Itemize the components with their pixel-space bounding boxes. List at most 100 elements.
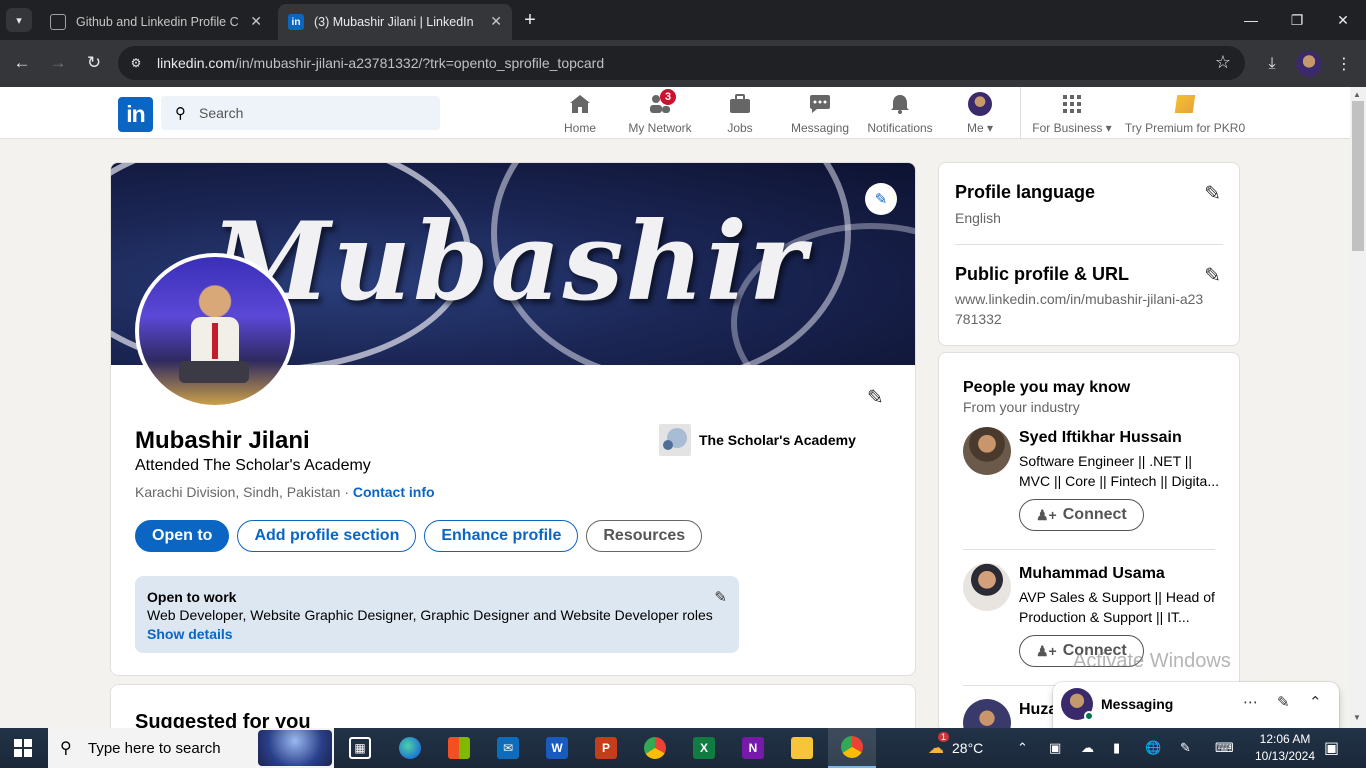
nav-label: My Network [628,121,692,135]
network-icon: 3 [648,89,676,116]
search-box[interactable]: ⚲ [161,96,440,130]
nav-home[interactable]: Home [540,92,620,138]
page-favicon-icon [50,14,66,30]
keyboard-icon[interactable]: ⌨ [1215,728,1234,768]
edit-cover-button[interactable]: ✎ [865,183,897,215]
back-arrow-icon[interactable]: ← [10,51,34,75]
weather-widget[interactable]: ☁ 1 28°C [928,728,983,768]
chevron-up-icon: ⌃ [1017,740,1028,755]
linkedin-header: in ⚲ Home 3 My Network Jobs Messaging No… [0,87,1350,139]
more-options-icon[interactable]: ⋯ [1243,693,1258,711]
resources-button[interactable]: Resources [586,520,703,552]
bookmark-star-icon[interactable]: ☆ [1215,52,1231,73]
school-link[interactable]: The Scholar's Academy [659,424,856,456]
person-card: Muhammad Usama AVP Sales & Support || He… [963,563,1223,673]
chevron-down-icon: ▾ [16,14,22,27]
show-details-link[interactable]: Show details [147,626,233,642]
enhance-profile-button[interactable]: Enhance profile [424,520,579,552]
connect-button[interactable]: ♟+ Connect [1019,635,1144,667]
profile-photo[interactable] [135,253,295,409]
windows-taskbar: ⚲ Type here to search ▦ ✉ W P X N ☁ 1 28°… [0,728,1366,768]
profile-avatar[interactable] [1296,51,1322,77]
scroll-up-icon[interactable]: ▲ [1353,90,1361,99]
onenote-icon[interactable]: N [729,728,777,768]
separator: · [344,484,349,500]
online-status-icon [1084,711,1094,721]
person-headline: AVP Sales & Support || Head of Productio… [1019,589,1215,625]
nav-label: Home [563,121,596,135]
edit-language-icon[interactable]: ✎ [1204,181,1221,206]
onedrive-icon[interactable]: ☁ [1081,728,1094,768]
minimize-icon[interactable]: — [1239,8,1263,32]
add-profile-section-button[interactable]: Add profile section [237,520,417,552]
browser-tab-bar: ▾ Github and Linkedin Profile Cre ✕ in (… [0,0,1366,40]
person-avatar[interactable] [963,427,1011,475]
new-tab-button[interactable]: + [518,8,542,32]
edit-intro-icon[interactable]: ✎ [867,385,884,410]
nav-messaging[interactable]: Messaging [780,92,860,138]
person-avatar[interactable] [963,563,1011,611]
battery-icon[interactable]: ▮ [1113,728,1120,768]
page-scrollbar[interactable]: ▲ ▼ [1350,87,1366,728]
person-headline: Software Engineer || .NET || MVC || Core… [1019,453,1219,489]
profile-language-value: English [955,210,1001,226]
chrome-icon[interactable] [631,728,679,768]
network-globe-icon[interactable]: 🌐 [1145,728,1161,768]
divider [963,549,1215,550]
briefcase-icon [728,92,752,116]
person-name[interactable]: Huza [1019,701,1057,719]
file-explorer-icon[interactable] [778,728,826,768]
search-input[interactable] [199,96,429,130]
nav-my-network[interactable]: 3 My Network [620,89,700,138]
tab-search-button[interactable]: ▾ [6,8,32,32]
windows-start-icon[interactable] [14,739,32,757]
close-tab-icon[interactable]: ✕ [250,13,262,30]
chevron-up-icon[interactable]: ⌃ [1309,693,1322,711]
task-view-icon[interactable]: ▦ [336,728,384,768]
nav-notifications[interactable]: Notifications [860,92,940,138]
microsoft-store-icon[interactable] [435,728,483,768]
scroll-down-icon[interactable]: ▼ [1353,713,1361,722]
browser-tab-linkedin[interactable]: in (3) Mubashir Jilani | LinkedIn ✕ [278,4,512,40]
mail-icon[interactable]: ✉ [484,728,532,768]
nav-try-premium[interactable]: Try Premium for PKR0 [1125,92,1245,138]
more-menu-icon[interactable]: ⋮ [1331,51,1357,77]
powerpoint-icon[interactable]: P [582,728,630,768]
taskbar-clock[interactable]: 12:06 AM 10/13/2024 [1252,731,1318,765]
reload-icon[interactable]: ↻ [82,51,106,75]
edge-icon[interactable] [386,728,434,768]
address-bar[interactable]: ⚙ linkedin.com/in/mubashir-jilani-a23781… [118,46,1245,80]
divider [955,244,1223,245]
person-name[interactable]: Muhammad Usama [1019,565,1165,583]
scrollbar-thumb[interactable] [1352,101,1364,251]
edit-url-icon[interactable]: ✎ [1204,263,1221,288]
nav-for-business[interactable]: For Business ▾ [1031,92,1113,138]
chrome-active-icon[interactable] [828,728,876,768]
compose-icon[interactable]: ✎ [1277,693,1290,711]
forward-arrow-icon[interactable]: → [46,51,70,75]
notification-center-icon[interactable]: ▣ [1324,738,1339,758]
pen-icon[interactable]: ✎ [1180,728,1191,768]
window-close-icon[interactable]: ✕ [1331,8,1355,32]
show-hidden-icons[interactable]: ⌃ [1017,728,1028,768]
edit-open-to-work-icon[interactable]: ✎ [714,588,727,606]
excel-icon[interactable]: X [680,728,728,768]
linkedin-logo[interactable]: in [118,97,153,132]
connect-button[interactable]: ♟+ Connect [1019,499,1144,531]
messaging-overlay[interactable]: Messaging ⋯ ✎ ⌃ [1053,682,1339,728]
close-tab-icon[interactable]: ✕ [490,13,502,30]
clock-time: 12:06 AM [1259,732,1311,746]
nav-me[interactable]: Me ▾ [940,92,1020,138]
word-icon[interactable]: W [533,728,581,768]
download-icon[interactable]: ⤓ [1259,51,1285,77]
taskbar-search[interactable]: ⚲ Type here to search [48,728,334,768]
meet-now-icon[interactable]: ▣ [1049,728,1061,768]
restore-icon[interactable]: ❐ [1285,8,1309,32]
site-info-icon[interactable]: ⚙ [126,54,146,72]
person-name[interactable]: Syed Iftikhar Hussain [1019,429,1182,447]
url-text: linkedin.com/in/mubashir-jilani-a2378133… [157,55,604,71]
open-to-button[interactable]: Open to [135,520,230,552]
nav-jobs[interactable]: Jobs [700,92,780,138]
contact-info-link[interactable]: Contact info [353,484,435,500]
browser-tab-github[interactable]: Github and Linkedin Profile Cre ✕ [40,4,272,40]
